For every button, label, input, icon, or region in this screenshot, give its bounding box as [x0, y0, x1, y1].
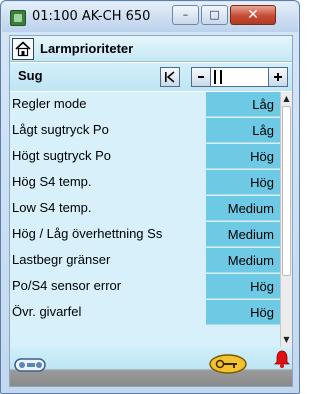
row-value[interactable]: Hög — [206, 170, 280, 195]
row-value[interactable]: Hög — [206, 300, 280, 325]
list-row[interactable]: Högt sugtryck Po Hög — [10, 144, 280, 170]
first-page-icon — [165, 71, 175, 83]
row-value[interactable]: Medium — [206, 222, 280, 247]
row-label: Högt sugtryck Po — [12, 148, 111, 163]
list-row[interactable]: Po/S4 sensor error Hög — [10, 274, 280, 300]
page-slider-thumb[interactable] — [214, 70, 222, 84]
bottom-status-bar — [10, 347, 292, 386]
row-value[interactable]: Låg — [206, 92, 280, 117]
app-icon — [10, 10, 26, 26]
close-button[interactable]: ✕ — [230, 5, 276, 25]
previous-icon — [198, 76, 204, 78]
row-value[interactable]: Hög — [206, 144, 280, 169]
row-label: Low S4 temp. — [12, 200, 92, 215]
list-row[interactable]: Hög S4 temp. Hög — [10, 170, 280, 196]
page-slider[interactable] — [211, 67, 268, 87]
scroll-down-icon[interactable]: ▼ — [281, 334, 292, 346]
alarm-bell-icon[interactable] — [274, 349, 290, 369]
next-button[interactable] — [268, 67, 288, 87]
client-area: Larmprioriteter Sug Regler mode Låg Lågt… — [9, 35, 293, 387]
connection-icon[interactable] — [13, 353, 47, 375]
row-value[interactable]: Medium — [206, 248, 280, 273]
row-value[interactable]: Låg — [206, 118, 280, 143]
app-window: 01:100 AK-CH 650 – □ ✕ Larmprioriteter S… — [0, 0, 300, 394]
row-label: Regler mode — [12, 96, 87, 111]
row-label: Lastbegr gränser — [12, 252, 111, 267]
home-button[interactable] — [12, 38, 34, 60]
maximize-button[interactable]: □ — [201, 5, 228, 25]
row-label: Hög / Låg överhettning Ss — [12, 226, 163, 241]
list-row[interactable]: Övr. givarfel Hög — [10, 300, 280, 326]
window-title: 01:100 AK-CH 650 — [32, 9, 151, 24]
key-icon[interactable] — [208, 353, 248, 375]
vertical-scrollbar[interactable]: ▲ ▼ — [280, 92, 292, 347]
page-header: Larmprioriteter — [10, 36, 292, 62]
page-title: Larmprioriteter — [40, 41, 134, 56]
row-label: Po/S4 sensor error — [12, 278, 122, 293]
alarm-priority-list: Regler mode Låg Lågt sugtryck Po Låg Hög… — [10, 92, 292, 347]
row-value[interactable]: Medium — [206, 196, 280, 221]
list-row[interactable]: Low S4 temp. Medium — [10, 196, 280, 222]
home-icon — [15, 41, 31, 57]
title-bar[interactable]: 01:100 AK-CH 650 – □ ✕ — [2, 2, 298, 32]
row-label: Lågt sugtryck Po — [12, 122, 109, 137]
row-value[interactable]: Hög — [206, 274, 280, 299]
list-row[interactable]: Lågt sugtryck Po Låg — [10, 118, 280, 144]
section-title: Sug — [18, 68, 43, 83]
list-row[interactable]: Lastbegr gränser Medium — [10, 248, 280, 274]
scroll-thumb[interactable] — [282, 106, 291, 276]
previous-button[interactable] — [191, 67, 211, 87]
minimize-button[interactable]: – — [172, 5, 199, 25]
scroll-up-icon[interactable]: ▲ — [281, 93, 292, 105]
next-icon — [274, 73, 282, 81]
section-bar: Sug — [10, 63, 292, 91]
list-row[interactable]: Regler mode Låg — [10, 92, 280, 118]
first-page-button[interactable] — [160, 67, 180, 87]
list-row[interactable]: Hög / Låg överhettning Ss Medium — [10, 222, 280, 248]
row-label: Övr. givarfel — [12, 304, 82, 319]
row-label: Hög S4 temp. — [12, 174, 92, 189]
